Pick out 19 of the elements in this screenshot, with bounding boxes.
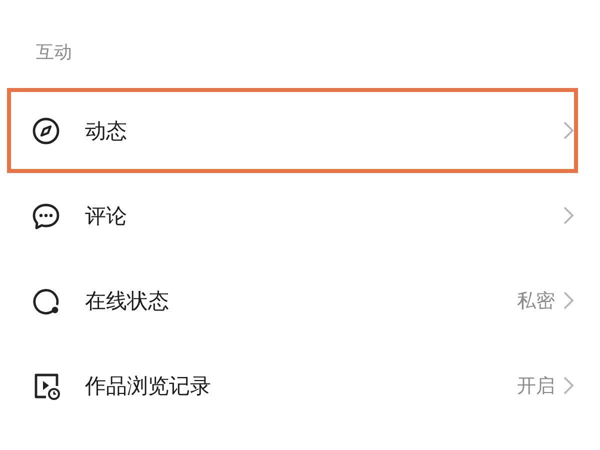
row-label: 动态 bbox=[85, 118, 128, 144]
settings-row[interactable]: 动态 bbox=[0, 88, 600, 173]
settings-row[interactable]: 评论 bbox=[0, 173, 600, 258]
status-circle-icon bbox=[32, 286, 60, 314]
section-title: 互动 bbox=[35, 41, 73, 65]
settings-row[interactable]: 在线状态 私密 bbox=[0, 258, 600, 343]
row-value: 开启 bbox=[517, 374, 555, 398]
chat-bubble-icon bbox=[32, 202, 60, 230]
row-value: 私密 bbox=[517, 288, 555, 314]
video-clock-icon bbox=[32, 372, 60, 400]
row-label: 在线状态 bbox=[85, 288, 170, 314]
chevron-right-icon bbox=[563, 206, 574, 225]
chevron-right-icon bbox=[563, 376, 574, 395]
chevron-right-icon bbox=[563, 291, 574, 310]
settings-row[interactable]: 作品浏览记录 开启 bbox=[0, 343, 600, 428]
compass-icon bbox=[32, 116, 60, 144]
chevron-right-icon bbox=[563, 121, 574, 140]
row-label: 评论 bbox=[85, 202, 128, 230]
row-label: 作品浏览记录 bbox=[85, 372, 212, 400]
